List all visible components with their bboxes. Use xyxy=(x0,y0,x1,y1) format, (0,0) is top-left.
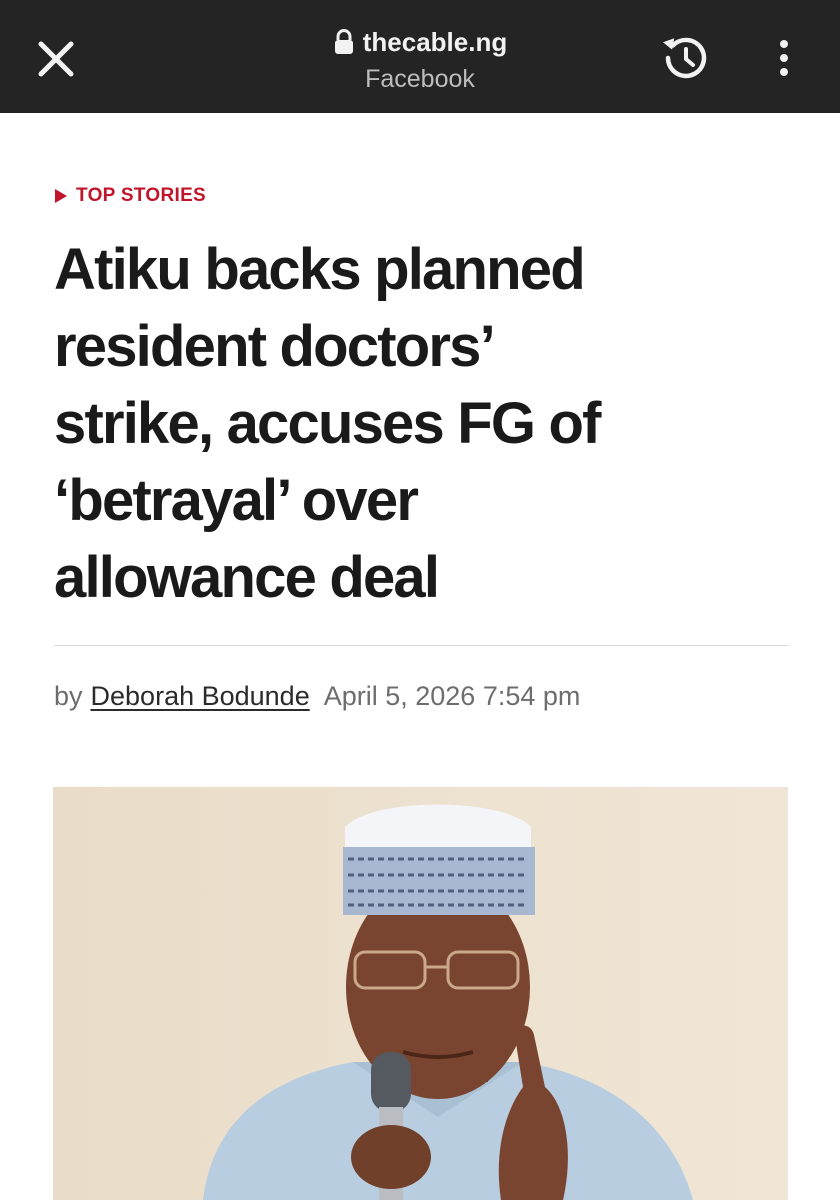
byline-prefix: by xyxy=(54,681,83,711)
more-options-button[interactable] xyxy=(768,36,800,80)
category-link[interactable]: TOP STORIES xyxy=(54,185,206,207)
byline: by Deborah Bodunde April 5, 2026 7:54 pm xyxy=(54,681,580,712)
category-label: TOP STORIES xyxy=(76,185,207,206)
browser-top-bar: thecable.ng Facebook xyxy=(0,0,840,113)
close-button[interactable] xyxy=(30,33,82,85)
headline-line: allowance deal xyxy=(54,545,440,610)
article-headline: Atiku backs planned resident doctors’ stri… xyxy=(54,231,784,616)
history-button[interactable] xyxy=(656,28,716,88)
article-photo xyxy=(53,787,788,1200)
headline-line: resident doctors’ xyxy=(54,314,496,379)
headline-line: strike, accuses FG of xyxy=(54,391,601,456)
publish-date: April 5, 2026 7:54 pm xyxy=(323,681,581,711)
author-link[interactable]: Deborah Bodunde xyxy=(91,681,310,711)
history-icon xyxy=(656,28,716,88)
lock-icon xyxy=(333,29,355,55)
divider xyxy=(54,645,789,646)
source-label: Facebook xyxy=(365,65,475,93)
headline-line: Atiku backs planned xyxy=(54,237,586,302)
headline-line: ‘betrayal’ over xyxy=(54,468,419,533)
url-text: thecable.ng xyxy=(362,26,508,57)
close-icon xyxy=(30,33,82,85)
more-vertical-icon xyxy=(768,36,800,80)
triangle-right-icon xyxy=(54,188,68,204)
address-display[interactable]: thecable.ng Facebook xyxy=(270,22,570,96)
